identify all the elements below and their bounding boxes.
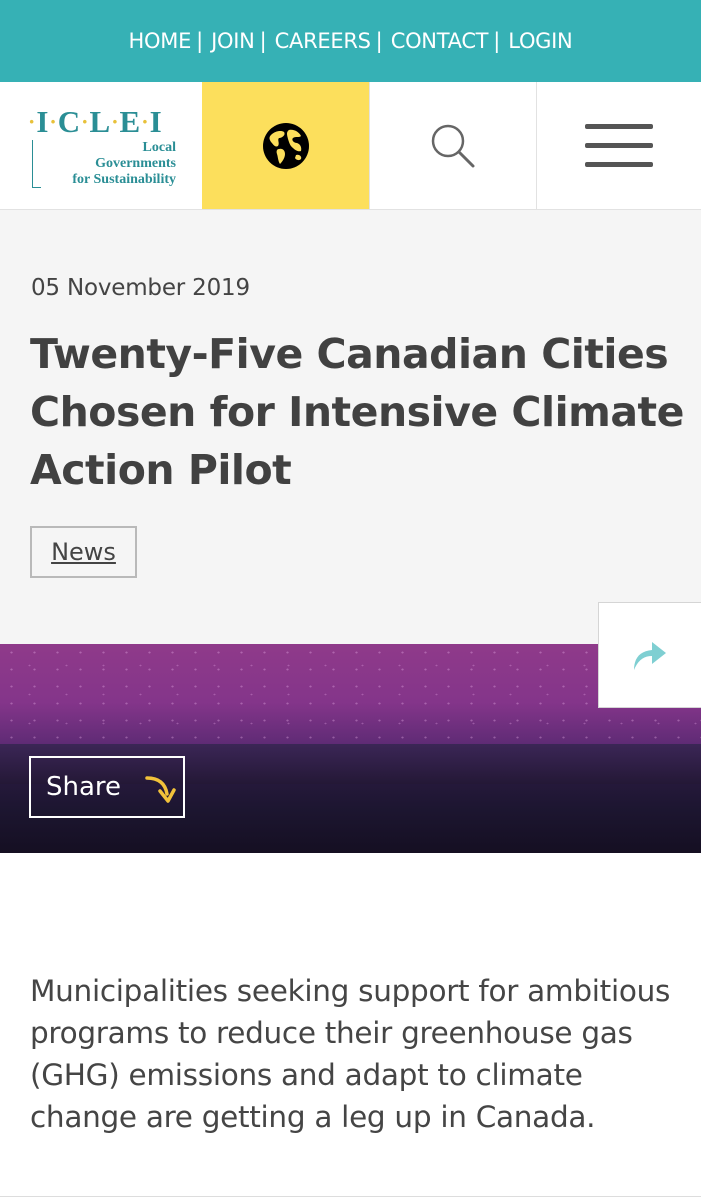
search-icon bbox=[431, 124, 475, 167]
logo-line-governments: Governments bbox=[95, 156, 176, 171]
share-button-label: Share bbox=[46, 772, 122, 802]
logo-letter: I bbox=[36, 104, 50, 139]
logo-wordmark: ·I·C·L·E·I bbox=[28, 104, 163, 139]
category-tag-news[interactable]: News bbox=[30, 526, 137, 578]
logo-line-local: Local bbox=[142, 140, 176, 155]
logo-letter: C bbox=[57, 104, 82, 139]
logo-letter: L bbox=[89, 104, 112, 139]
logo-letter: E bbox=[119, 104, 142, 139]
nav-separator: | bbox=[259, 29, 267, 53]
nav-home-link[interactable]: HOME bbox=[129, 29, 192, 53]
banner-texture bbox=[0, 644, 701, 744]
floating-share-button[interactable] bbox=[598, 602, 701, 708]
nav-careers-link[interactable]: CAREERS bbox=[275, 29, 371, 53]
top-nav: HOME | JOIN | CAREERS | CONTACT | LOGIN bbox=[129, 29, 573, 53]
logo-bracket bbox=[32, 140, 41, 188]
menu-button[interactable] bbox=[536, 82, 701, 209]
site-header: ·I·C·L·E·I Local Governments for Sustain… bbox=[0, 82, 701, 210]
article-date: 05 November 2019 bbox=[31, 275, 250, 301]
article-banner-image bbox=[0, 644, 701, 853]
menu-icon bbox=[585, 123, 653, 167]
logo-letter: I bbox=[149, 104, 163, 139]
iclei-logo[interactable]: ·I·C·L·E·I Local Governments for Sustain… bbox=[0, 82, 202, 209]
search-button[interactable] bbox=[369, 82, 536, 209]
share-arrow-icon bbox=[634, 642, 666, 670]
nav-separator: | bbox=[493, 29, 501, 53]
nav-join-link[interactable]: JOIN bbox=[211, 29, 255, 53]
divider bbox=[0, 1196, 701, 1197]
nav-separator: | bbox=[375, 29, 383, 53]
logo-line-sustainability: for Sustainability bbox=[72, 172, 176, 187]
nav-login-link[interactable]: LOGIN bbox=[508, 29, 572, 53]
top-navigation-bar: HOME | JOIN | CAREERS | CONTACT | LOGIN bbox=[0, 0, 701, 82]
article-title: Twenty-Five Canadian Cities Chosen for I… bbox=[30, 330, 684, 494]
nav-separator: | bbox=[196, 29, 204, 53]
article-lead-paragraph: Municipalities seeking support for ambit… bbox=[30, 974, 671, 1134]
globe-icon bbox=[262, 122, 309, 169]
language-globe-button[interactable] bbox=[202, 82, 369, 209]
curved-arrow-icon bbox=[145, 776, 176, 803]
share-button[interactable]: Share bbox=[29, 756, 185, 818]
nav-contact-link[interactable]: CONTACT bbox=[391, 29, 489, 53]
